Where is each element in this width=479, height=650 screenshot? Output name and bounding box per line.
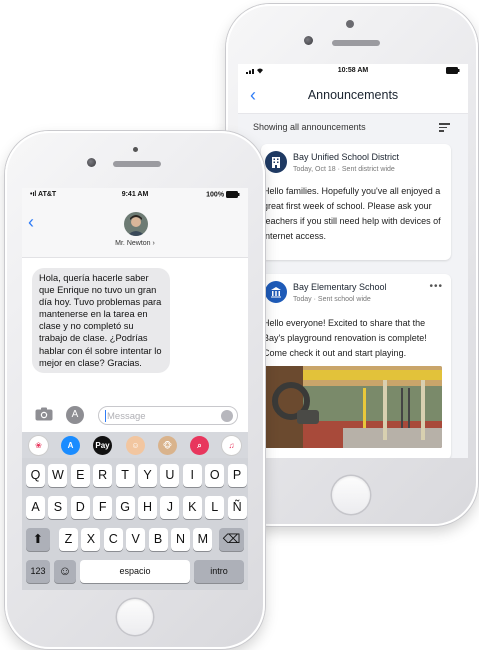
- status-time: 10:58 AM: [337, 67, 369, 74]
- key-g[interactable]: G: [115, 496, 135, 519]
- memoji-app-icon[interactable]: ☺: [126, 436, 145, 455]
- earpiece-speaker: [113, 161, 161, 167]
- home-button[interactable]: [117, 599, 153, 635]
- key-e[interactable]: E: [70, 464, 90, 487]
- imessage-app-strip: ❀ A Pay ☺ 🐵 ⌕ ♫: [22, 432, 248, 458]
- key-z[interactable]: Z: [59, 528, 78, 551]
- announcements-screen: 10:58 AM ‹ Announcements Showing all ann…: [238, 64, 468, 458]
- proximity-sensor: [346, 20, 354, 28]
- page-title: Announcements: [307, 88, 399, 102]
- announcements-nav-bar: ‹ Announcements: [238, 78, 468, 114]
- animoji-app-icon[interactable]: 🐵: [158, 436, 177, 455]
- front-camera: [87, 158, 96, 167]
- applepay-app-icon[interactable]: Pay: [93, 436, 112, 455]
- key-c[interactable]: C: [103, 528, 123, 551]
- key-ñ[interactable]: Ñ: [227, 496, 247, 519]
- text-cursor: [105, 410, 106, 422]
- message-bubble: Hola, quería hacerle saber que Enrique n…: [32, 268, 170, 373]
- key-q[interactable]: Q: [26, 464, 45, 487]
- building-icon: [265, 151, 287, 173]
- status-bar: •ıl AT&T 9:41 AM 100%: [22, 188, 248, 202]
- delete-key[interactable]: ⌫: [219, 528, 244, 551]
- announcement-card[interactable]: Bay Unified School District Today, Oct 1…: [261, 144, 451, 260]
- playground-photo: [263, 366, 442, 448]
- battery-percent: 100%: [206, 191, 225, 199]
- audio-message-icon[interactable]: [221, 410, 233, 422]
- key-s[interactable]: S: [48, 496, 68, 519]
- school-icon: [265, 281, 287, 303]
- emoji-key[interactable]: ☺: [54, 560, 76, 583]
- camera-icon[interactable]: [35, 407, 53, 421]
- key-j[interactable]: J: [160, 496, 180, 519]
- back-chevron-icon[interactable]: ‹: [28, 212, 34, 233]
- key-d[interactable]: D: [70, 496, 90, 519]
- photos-app-icon[interactable]: ❀: [29, 436, 48, 455]
- key-v[interactable]: V: [126, 528, 146, 551]
- battery-status: 100%: [206, 191, 240, 198]
- front-camera: [304, 36, 313, 45]
- conversation-header: ‹ Mr. Newton ›: [22, 202, 248, 258]
- messages-screen: •ıl AT&T 9:41 AM 100% ‹ Mr. Newton › Hol…: [22, 188, 248, 590]
- home-button[interactable]: [332, 476, 370, 514]
- key-f[interactable]: F: [93, 496, 113, 519]
- key-y[interactable]: Y: [138, 464, 157, 487]
- shift-key[interactable]: ⬆: [26, 528, 50, 551]
- appstore-app-icon[interactable]: A: [61, 436, 80, 455]
- key-n[interactable]: N: [171, 528, 190, 551]
- filter-status-text: Showing all announcements: [253, 122, 366, 132]
- announcement-body: Hello everyone! Excited to share that th…: [263, 318, 427, 358]
- key-t[interactable]: T: [115, 464, 135, 487]
- space-key[interactable]: espacio: [80, 560, 190, 583]
- contact-name[interactable]: Mr. Newton ›: [22, 240, 248, 247]
- battery-icon: [446, 67, 460, 76]
- proximity-sensor: [133, 147, 138, 152]
- key-w[interactable]: W: [48, 464, 68, 487]
- app-store-icon[interactable]: A: [66, 406, 84, 424]
- key-p[interactable]: P: [227, 464, 247, 487]
- search-app-icon[interactable]: ⌕: [190, 436, 209, 455]
- status-bar: 10:58 AM: [238, 64, 468, 78]
- announcement-meta: Today · Sent school wide: [293, 296, 371, 303]
- key-k[interactable]: K: [182, 496, 202, 519]
- earpiece-speaker: [332, 40, 380, 46]
- key-a[interactable]: A: [26, 496, 45, 519]
- key-r[interactable]: R: [93, 464, 113, 487]
- key-i[interactable]: I: [182, 464, 202, 487]
- message-input-field[interactable]: [98, 406, 238, 425]
- key-h[interactable]: H: [138, 496, 157, 519]
- key-l[interactable]: L: [205, 496, 225, 519]
- key-b[interactable]: B: [148, 528, 168, 551]
- filter-icon[interactable]: [439, 123, 450, 134]
- numbers-key[interactable]: 123: [26, 560, 50, 583]
- music-app-icon[interactable]: ♫: [222, 436, 241, 455]
- filter-bar: Showing all announcements: [238, 114, 468, 140]
- announcement-author: Bay Unified School District: [293, 152, 400, 162]
- announcement-meta: Today, Oct 18 · Sent district wide: [293, 166, 395, 173]
- compose-row: A: [22, 404, 248, 426]
- keyboard: Q W E R T Y U I O P A S D F G H J K L Ñ ⬆ Z X C V B N M ⌫ 123 ☺ espacio…: [22, 458, 248, 590]
- key-m[interactable]: M: [193, 528, 213, 551]
- key-u[interactable]: U: [160, 464, 180, 487]
- announcements-feed[interactable]: Bay Unified School District Today, Oct 1…: [238, 140, 468, 458]
- battery-icon: [226, 191, 240, 198]
- message-input[interactable]: [107, 409, 207, 423]
- announcement-body: Hello families. Hopefully you've all enj…: [263, 186, 441, 241]
- key-x[interactable]: X: [81, 528, 101, 551]
- avatar[interactable]: [124, 212, 148, 236]
- more-options-icon[interactable]: •••: [429, 281, 443, 292]
- announcement-card[interactable]: Bay Elementary School Today · Sent schoo…: [261, 274, 451, 458]
- key-o[interactable]: O: [205, 464, 225, 487]
- return-key[interactable]: intro: [194, 560, 244, 583]
- announcement-author: Bay Elementary School: [293, 282, 387, 292]
